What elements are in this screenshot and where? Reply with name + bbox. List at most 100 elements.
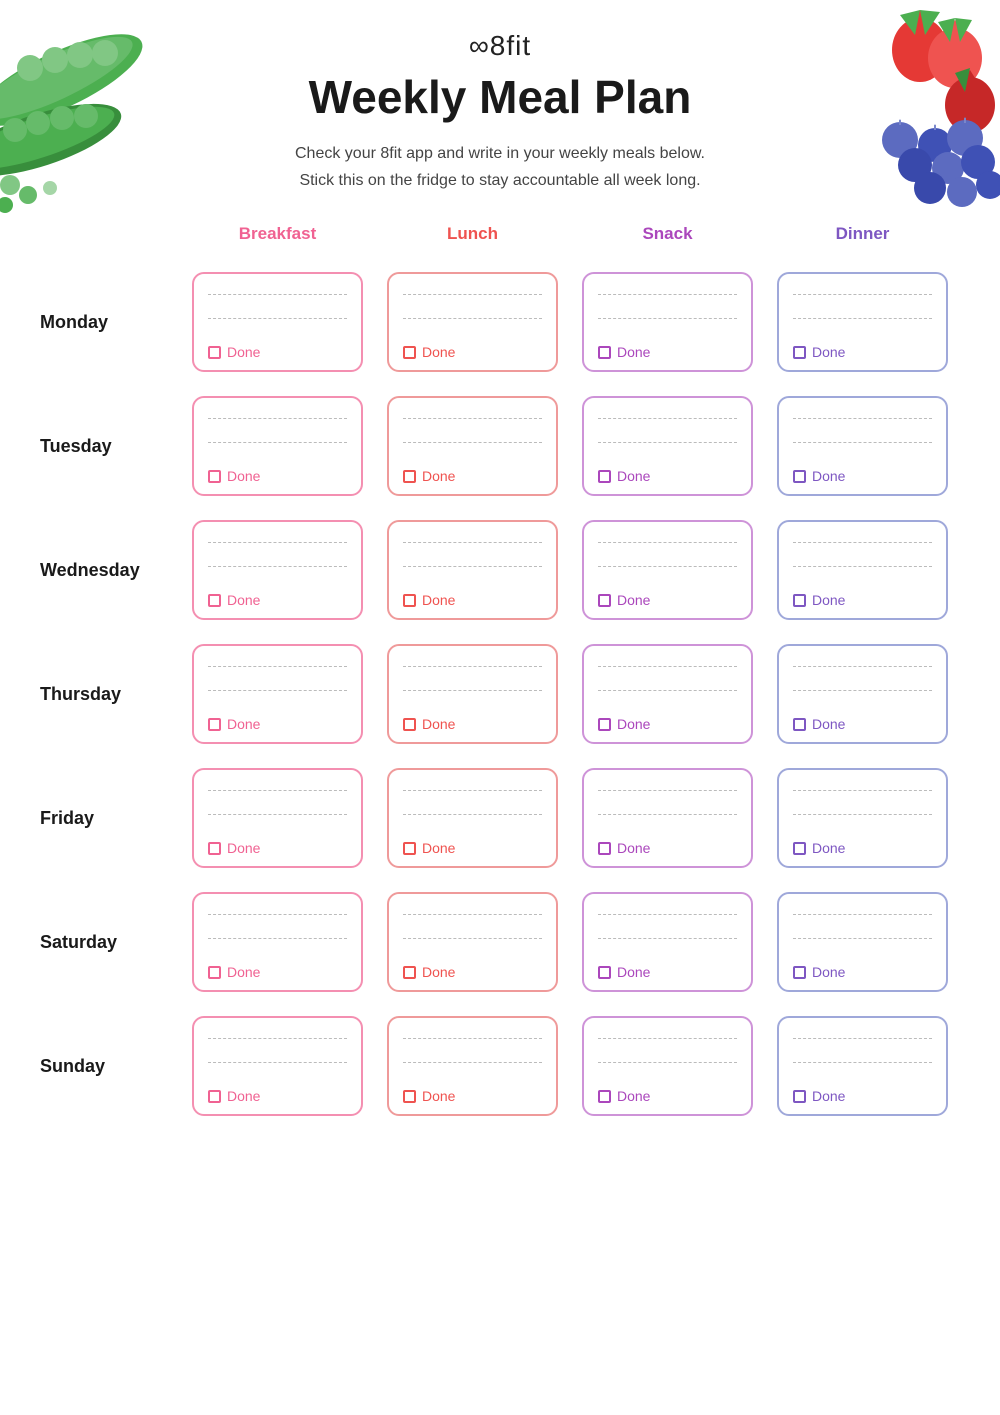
done-checkbox[interactable] bbox=[793, 1090, 806, 1103]
lunch-cell-saturday[interactable]: Done bbox=[375, 880, 570, 1004]
dinner-cell-tuesday[interactable]: Done bbox=[765, 384, 960, 508]
lunch-cell-monday[interactable]: Done bbox=[375, 260, 570, 384]
done-row[interactable]: Done bbox=[403, 468, 542, 484]
breakfast-cell-wednesday[interactable]: Done bbox=[180, 508, 375, 632]
snack-card[interactable]: Done bbox=[582, 768, 753, 868]
dinner-card[interactable]: Done bbox=[777, 644, 948, 744]
done-row[interactable]: Done bbox=[793, 1088, 932, 1104]
done-row[interactable]: Done bbox=[403, 344, 542, 360]
done-row[interactable]: Done bbox=[793, 468, 932, 484]
done-row[interactable]: Done bbox=[403, 1088, 542, 1104]
done-checkbox[interactable] bbox=[208, 346, 221, 359]
done-row[interactable]: Done bbox=[208, 840, 347, 856]
breakfast-card[interactable]: Done bbox=[192, 520, 363, 620]
snack-cell-tuesday[interactable]: Done bbox=[570, 384, 765, 508]
done-row[interactable]: Done bbox=[793, 716, 932, 732]
done-checkbox[interactable] bbox=[598, 842, 611, 855]
snack-cell-friday[interactable]: Done bbox=[570, 756, 765, 880]
dinner-card[interactable]: Done bbox=[777, 272, 948, 372]
lunch-card[interactable]: Done bbox=[387, 1016, 558, 1116]
dinner-cell-wednesday[interactable]: Done bbox=[765, 508, 960, 632]
done-checkbox[interactable] bbox=[598, 1090, 611, 1103]
done-checkbox[interactable] bbox=[208, 842, 221, 855]
done-checkbox[interactable] bbox=[598, 470, 611, 483]
snack-cell-sunday[interactable]: Done bbox=[570, 1004, 765, 1128]
done-checkbox[interactable] bbox=[793, 470, 806, 483]
snack-cell-wednesday[interactable]: Done bbox=[570, 508, 765, 632]
done-checkbox[interactable] bbox=[793, 346, 806, 359]
breakfast-card[interactable]: Done bbox=[192, 272, 363, 372]
breakfast-card[interactable]: Done bbox=[192, 768, 363, 868]
done-row[interactable]: Done bbox=[598, 840, 737, 856]
done-row[interactable]: Done bbox=[403, 840, 542, 856]
done-checkbox[interactable] bbox=[208, 718, 221, 731]
done-row[interactable]: Done bbox=[598, 468, 737, 484]
done-row[interactable]: Done bbox=[793, 344, 932, 360]
lunch-card[interactable]: Done bbox=[387, 520, 558, 620]
dinner-cell-saturday[interactable]: Done bbox=[765, 880, 960, 1004]
breakfast-cell-thursday[interactable]: Done bbox=[180, 632, 375, 756]
done-checkbox[interactable] bbox=[598, 346, 611, 359]
lunch-cell-wednesday[interactable]: Done bbox=[375, 508, 570, 632]
dinner-card[interactable]: Done bbox=[777, 892, 948, 992]
dinner-card[interactable]: Done bbox=[777, 520, 948, 620]
done-row[interactable]: Done bbox=[403, 716, 542, 732]
breakfast-card[interactable]: Done bbox=[192, 396, 363, 496]
done-row[interactable]: Done bbox=[208, 964, 347, 980]
dinner-cell-thursday[interactable]: Done bbox=[765, 632, 960, 756]
snack-card[interactable]: Done bbox=[582, 1016, 753, 1116]
done-checkbox[interactable] bbox=[598, 718, 611, 731]
done-checkbox[interactable] bbox=[598, 966, 611, 979]
breakfast-cell-saturday[interactable]: Done bbox=[180, 880, 375, 1004]
breakfast-card[interactable]: Done bbox=[192, 1016, 363, 1116]
done-row[interactable]: Done bbox=[598, 592, 737, 608]
done-row[interactable]: Done bbox=[208, 716, 347, 732]
done-checkbox[interactable] bbox=[208, 594, 221, 607]
done-row[interactable]: Done bbox=[403, 592, 542, 608]
dinner-card[interactable]: Done bbox=[777, 768, 948, 868]
snack-card[interactable]: Done bbox=[582, 396, 753, 496]
lunch-cell-sunday[interactable]: Done bbox=[375, 1004, 570, 1128]
dinner-cell-friday[interactable]: Done bbox=[765, 756, 960, 880]
done-row[interactable]: Done bbox=[598, 964, 737, 980]
lunch-cell-thursday[interactable]: Done bbox=[375, 632, 570, 756]
done-row[interactable]: Done bbox=[208, 592, 347, 608]
done-row[interactable]: Done bbox=[793, 840, 932, 856]
done-checkbox[interactable] bbox=[403, 718, 416, 731]
done-row[interactable]: Done bbox=[598, 716, 737, 732]
lunch-card[interactable]: Done bbox=[387, 272, 558, 372]
lunch-card[interactable]: Done bbox=[387, 768, 558, 868]
lunch-cell-tuesday[interactable]: Done bbox=[375, 384, 570, 508]
done-checkbox[interactable] bbox=[793, 718, 806, 731]
dinner-cell-sunday[interactable]: Done bbox=[765, 1004, 960, 1128]
done-row[interactable]: Done bbox=[598, 1088, 737, 1104]
done-row[interactable]: Done bbox=[208, 468, 347, 484]
dinner-cell-monday[interactable]: Done bbox=[765, 260, 960, 384]
dinner-card[interactable]: Done bbox=[777, 1016, 948, 1116]
done-row[interactable]: Done bbox=[208, 1088, 347, 1104]
snack-card[interactable]: Done bbox=[582, 272, 753, 372]
snack-card[interactable]: Done bbox=[582, 644, 753, 744]
done-checkbox[interactable] bbox=[403, 346, 416, 359]
done-checkbox[interactable] bbox=[208, 470, 221, 483]
breakfast-cell-tuesday[interactable]: Done bbox=[180, 384, 375, 508]
done-row[interactable]: Done bbox=[598, 344, 737, 360]
snack-cell-monday[interactable]: Done bbox=[570, 260, 765, 384]
done-checkbox[interactable] bbox=[208, 966, 221, 979]
done-checkbox[interactable] bbox=[793, 966, 806, 979]
snack-card[interactable]: Done bbox=[582, 520, 753, 620]
snack-card[interactable]: Done bbox=[582, 892, 753, 992]
snack-cell-thursday[interactable]: Done bbox=[570, 632, 765, 756]
snack-cell-saturday[interactable]: Done bbox=[570, 880, 765, 1004]
lunch-cell-friday[interactable]: Done bbox=[375, 756, 570, 880]
breakfast-cell-monday[interactable]: Done bbox=[180, 260, 375, 384]
done-checkbox[interactable] bbox=[208, 1090, 221, 1103]
done-row[interactable]: Done bbox=[793, 592, 932, 608]
done-checkbox[interactable] bbox=[793, 594, 806, 607]
breakfast-card[interactable]: Done bbox=[192, 892, 363, 992]
done-checkbox[interactable] bbox=[403, 842, 416, 855]
done-checkbox[interactable] bbox=[598, 594, 611, 607]
done-row[interactable]: Done bbox=[208, 344, 347, 360]
breakfast-card[interactable]: Done bbox=[192, 644, 363, 744]
dinner-card[interactable]: Done bbox=[777, 396, 948, 496]
